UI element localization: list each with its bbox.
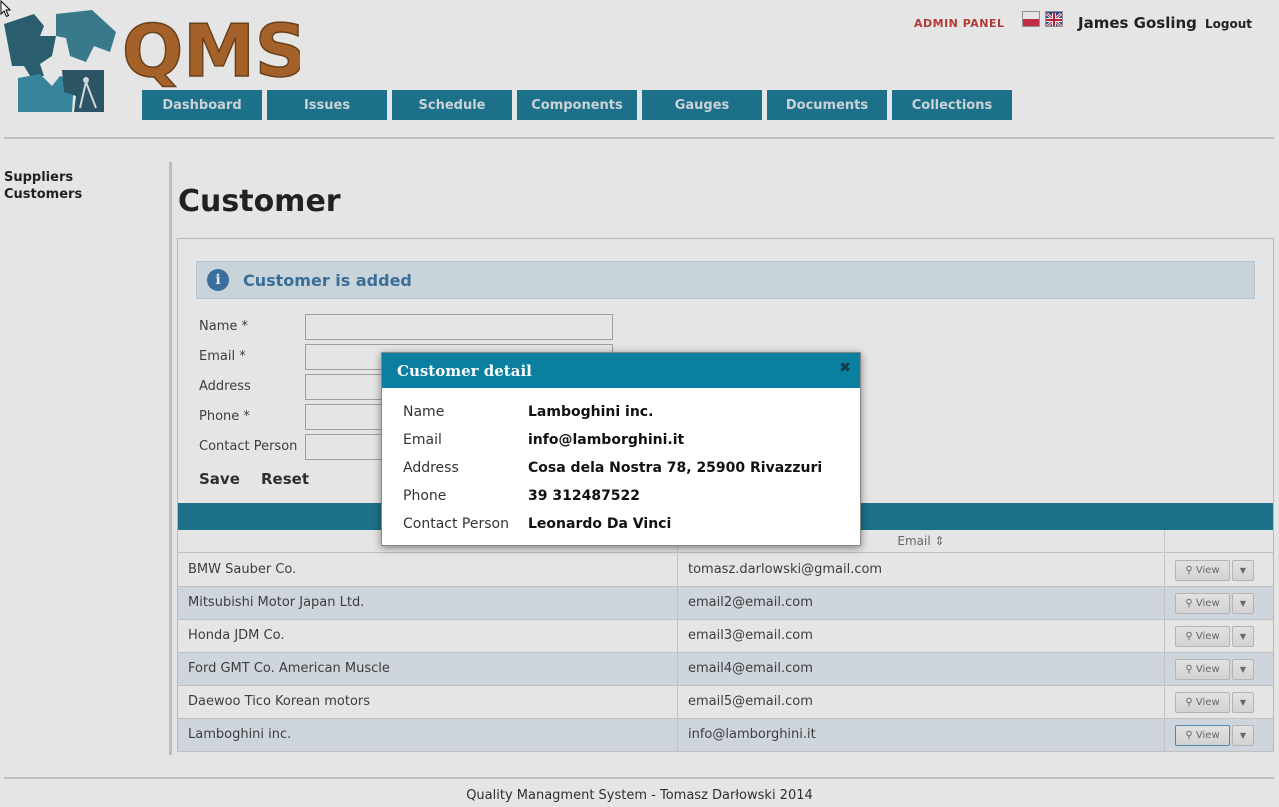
mouse-cursor-icon xyxy=(0,0,12,18)
detail-value-address: Cosa dela Nostra 78, 25900 Rivazzuri xyxy=(528,460,823,476)
detail-label-phone: Phone xyxy=(403,488,447,504)
detail-value-phone: 39 312487522 xyxy=(528,488,641,504)
customer-detail-dialog: Customer detail ✖ Name Lamboghini inc. E… xyxy=(381,352,861,546)
detail-value-name: Lamboghini inc. xyxy=(528,404,654,420)
detail-value-email: info@lamborghini.it xyxy=(528,432,685,448)
close-icon[interactable]: ✖ xyxy=(839,360,851,376)
dialog-header: Customer detail ✖ xyxy=(382,353,860,388)
detail-label-name: Name xyxy=(403,404,445,420)
dialog-title: Customer detail xyxy=(397,362,532,380)
detail-label-address: Address xyxy=(403,460,459,476)
detail-label-email: Email xyxy=(403,432,442,448)
detail-value-contact-person: Leonardo Da Vinci xyxy=(528,516,672,532)
detail-label-contact-person: Contact Person xyxy=(403,516,509,532)
